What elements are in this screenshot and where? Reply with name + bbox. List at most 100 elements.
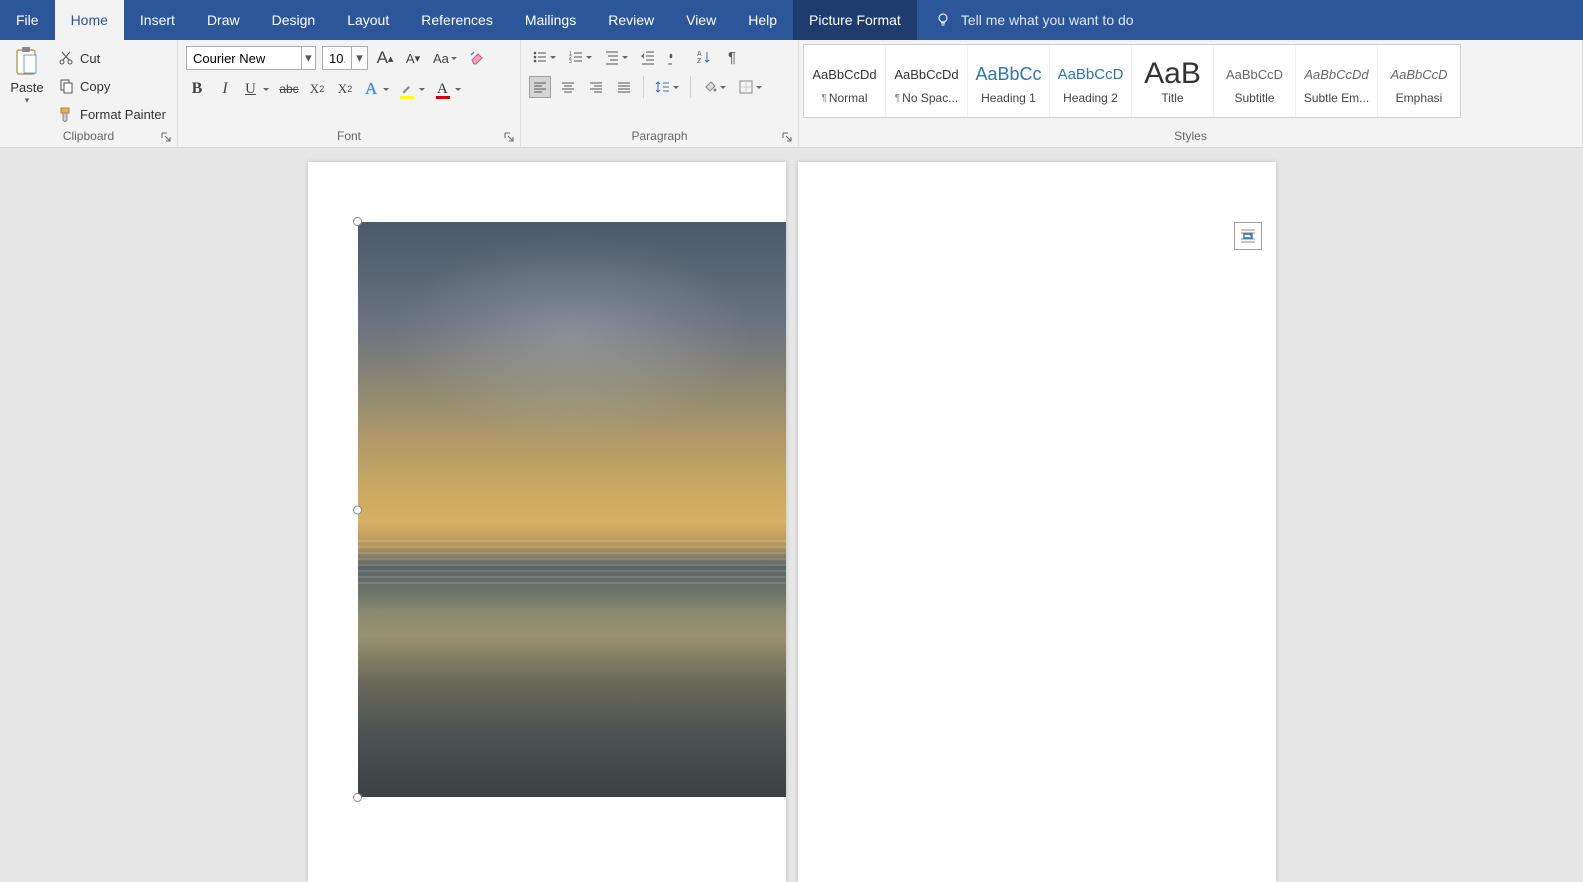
group-paragraph: 123 AZ ¶ Paragraph [521, 40, 799, 147]
bold-button[interactable]: B [186, 78, 208, 100]
tab-file[interactable]: File [0, 0, 55, 40]
page-1[interactable] [308, 162, 786, 882]
resize-handle-middle-left[interactable] [353, 505, 362, 514]
style-item-subtle-em-[interactable]: AaBbCcDd Subtle Em... [1296, 45, 1378, 117]
style-name-label: Emphasi [1396, 91, 1443, 105]
copy-button[interactable]: Copy [54, 74, 170, 98]
style-item-heading-1[interactable]: AaBbCc Heading 1 [968, 45, 1050, 117]
selected-picture[interactable] [358, 222, 786, 797]
numbering-button[interactable]: 123 [565, 46, 595, 68]
tab-review[interactable]: Review [592, 0, 670, 40]
format-painter-button[interactable]: Format Painter [54, 102, 170, 126]
tab-draw[interactable]: Draw [191, 0, 256, 40]
justify-button[interactable] [613, 76, 635, 98]
tell-me-search[interactable]: Tell me what you want to do [917, 0, 1152, 40]
font-color-button[interactable]: A [434, 78, 464, 100]
decrease-indent-button[interactable] [637, 46, 659, 68]
style-preview: AaBbCcDd [894, 57, 958, 91]
style-preview: AaBbCcD [1226, 57, 1283, 91]
borders-icon [738, 79, 754, 95]
style-item-title[interactable]: AaB Title [1132, 45, 1214, 117]
svg-text:Z: Z [697, 58, 702, 65]
lightbulb-icon [935, 12, 951, 28]
paragraph-launcher[interactable] [780, 130, 794, 144]
paste-dropdown-icon[interactable]: ▾ [25, 95, 30, 106]
eraser-icon [469, 50, 485, 66]
multilevel-icon [604, 49, 620, 65]
tab-insert[interactable]: Insert [124, 0, 191, 40]
tab-home[interactable]: Home [55, 0, 124, 40]
font-size-input[interactable] [323, 51, 351, 66]
style-gallery[interactable]: AaBbCcDd¶ NormalAaBbCcDd¶ No Spac...AaBb… [803, 44, 1461, 118]
tab-design[interactable]: Design [256, 0, 332, 40]
clear-formatting-button[interactable] [466, 47, 488, 69]
align-right-button[interactable] [585, 76, 607, 98]
style-item-heading-2[interactable]: AaBbCcD Heading 2 [1050, 45, 1132, 117]
highlight-button[interactable] [398, 78, 428, 100]
style-preview: AaBbCcD [1058, 57, 1124, 91]
italic-button[interactable]: I [214, 78, 236, 100]
strikethrough-button[interactable]: abc [278, 78, 300, 100]
increase-indent-button[interactable] [665, 46, 687, 68]
clipboard-launcher[interactable] [159, 130, 173, 144]
font-size-dropdown-icon[interactable]: ▾ [351, 47, 367, 69]
layout-options-button[interactable] [1234, 222, 1262, 250]
bullets-icon [532, 49, 548, 65]
style-name-label: Heading 2 [1063, 91, 1118, 105]
change-case-button[interactable]: Aa [430, 47, 460, 69]
page-2[interactable] [798, 162, 1276, 882]
shading-button[interactable] [699, 76, 729, 98]
font-name-dropdown-icon[interactable]: ▾ [301, 47, 315, 69]
beach-sunset-image[interactable] [358, 222, 786, 797]
style-name-label: ¶ No Spac... [895, 91, 958, 105]
group-font: ▾ ▾ A▴ A▾ Aa B I U abc X2 X2 [178, 40, 521, 147]
align-right-icon [588, 79, 604, 95]
paragraph-group-label: Paragraph [521, 127, 798, 147]
brush-icon [58, 106, 74, 122]
font-size-combo[interactable]: ▾ [322, 46, 368, 70]
resize-handle-top-left[interactable] [353, 217, 362, 226]
paste-button[interactable]: Paste ▾ [4, 44, 50, 106]
borders-button[interactable] [735, 76, 765, 98]
sort-button[interactable]: AZ [693, 46, 715, 68]
style-name-label: Subtle Em... [1304, 91, 1369, 105]
show-marks-button[interactable]: ¶ [721, 46, 743, 68]
style-item-normal[interactable]: AaBbCcDd¶ Normal [804, 45, 886, 117]
paste-label: Paste [10, 80, 43, 95]
resize-handle-bottom-left[interactable] [353, 793, 362, 802]
shrink-font-button[interactable]: A▾ [402, 47, 424, 69]
style-item-subtitle[interactable]: AaBbCcD Subtitle [1214, 45, 1296, 117]
superscript-button[interactable]: X2 [334, 78, 356, 100]
document-area[interactable] [0, 148, 1583, 881]
style-item-no-spac-[interactable]: AaBbCcDd¶ No Spac... [886, 45, 968, 117]
multilevel-list-button[interactable] [601, 46, 631, 68]
tab-mailings[interactable]: Mailings [509, 0, 592, 40]
align-center-button[interactable] [557, 76, 579, 98]
font-name-combo[interactable]: ▾ [186, 46, 316, 70]
tab-picture-format[interactable]: Picture Format [793, 0, 917, 40]
bullets-button[interactable] [529, 46, 559, 68]
style-preview: AaBbCc [975, 57, 1041, 91]
align-left-button[interactable] [529, 76, 551, 98]
styles-group-label: Styles [799, 127, 1582, 147]
font-name-input[interactable] [187, 51, 301, 66]
text-effects-button[interactable]: A [362, 78, 392, 100]
style-preview: AaB [1144, 57, 1201, 91]
copy-label: Copy [80, 79, 110, 94]
grow-font-button[interactable]: A▴ [374, 47, 396, 69]
tab-help[interactable]: Help [732, 0, 793, 40]
underline-button[interactable]: U [242, 78, 272, 100]
ribbon: Paste ▾ Cut Copy Format Painter Clipboar… [0, 40, 1583, 148]
subscript-button[interactable]: X2 [306, 78, 328, 100]
tab-references[interactable]: References [405, 0, 509, 40]
tab-view[interactable]: View [670, 0, 732, 40]
line-spacing-button[interactable] [652, 76, 682, 98]
align-center-icon [560, 79, 576, 95]
numbering-icon: 123 [568, 49, 584, 65]
font-launcher[interactable] [502, 130, 516, 144]
cut-button[interactable]: Cut [54, 46, 170, 70]
tab-layout[interactable]: Layout [331, 0, 405, 40]
outdent-icon [640, 49, 656, 65]
style-item-emphasi[interactable]: AaBbCcD Emphasi [1378, 45, 1460, 117]
launcher-icon [504, 132, 514, 142]
